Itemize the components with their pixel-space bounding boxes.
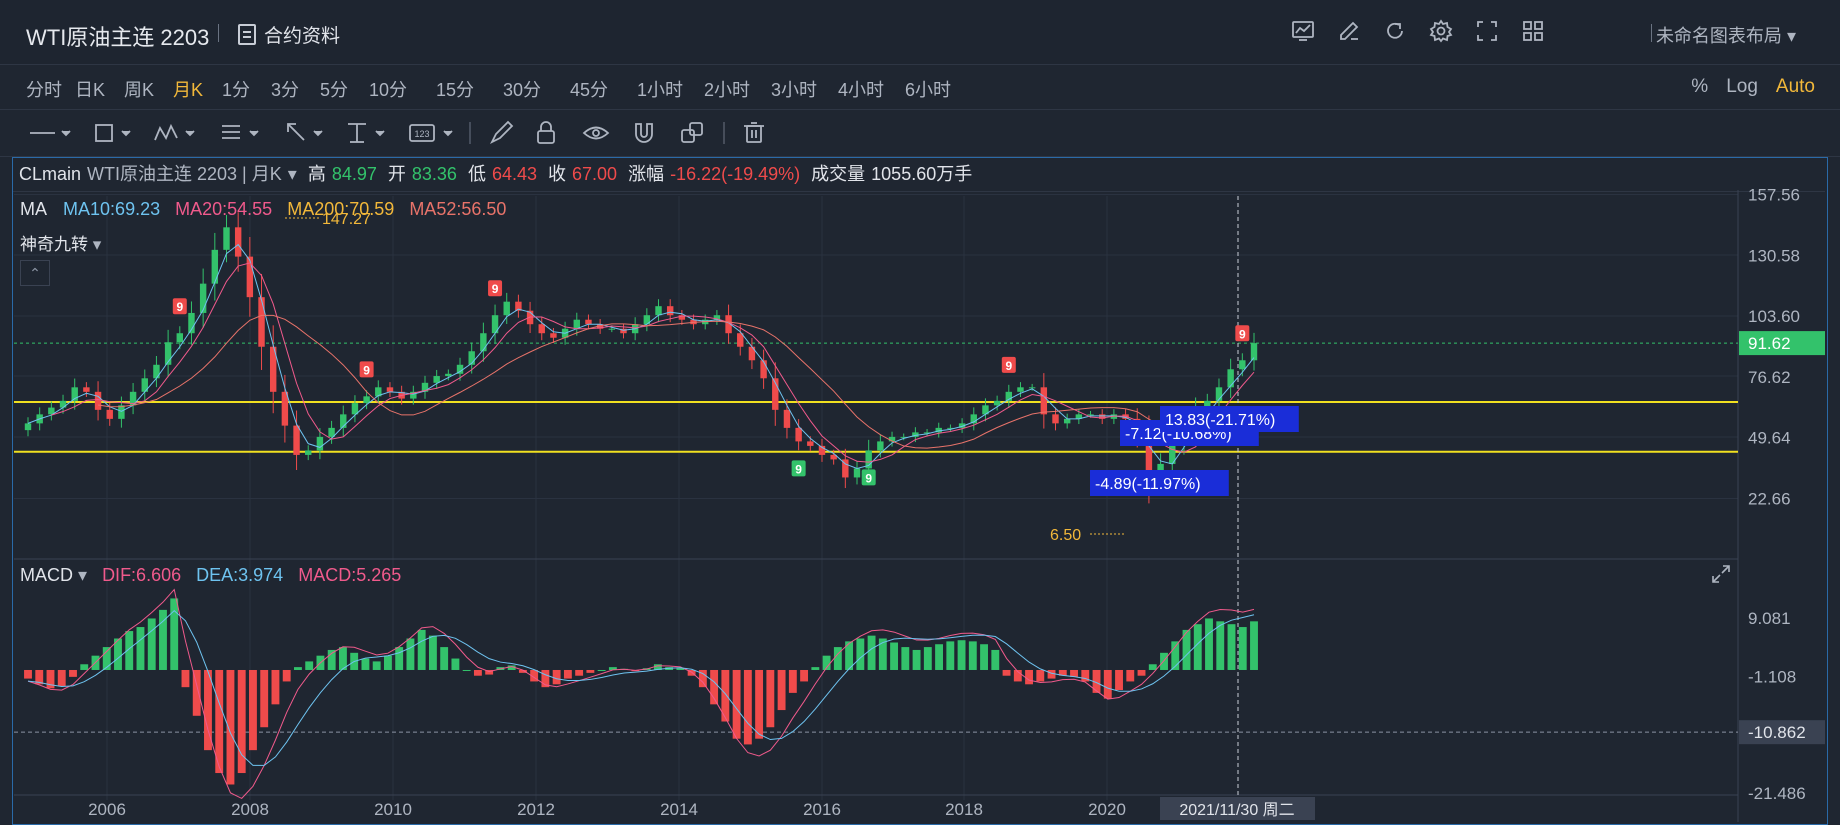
close-value: 67.00 — [572, 164, 618, 184]
document-icon — [238, 24, 256, 45]
symbol-name[interactable]: WTI原油主连 2203 | 月K — [87, 164, 282, 184]
period-9[interactable]: 30分 — [503, 76, 541, 102]
measure-tool-icon[interactable] — [348, 123, 385, 143]
expand-icon[interactable] — [1710, 563, 1732, 585]
indicator-legend[interactable]: 神奇九转 ▾ — [20, 230, 101, 255]
close-label: 收 — [548, 164, 566, 184]
ma-legend: MA MA10:69.23 MA20:54.55 MA200:70.59 MA5… — [20, 199, 506, 220]
ma52-value: MA52:56.50 — [409, 199, 507, 219]
period-2[interactable]: 周K — [124, 76, 154, 102]
macd-label[interactable]: MACD — [20, 565, 73, 585]
symbol-code: CLmain — [19, 164, 82, 184]
dea-value: DEA:3.974 — [196, 565, 284, 585]
top-toolbar-icons — [1291, 19, 1545, 43]
period-bar: % Log Auto 分时 日K 周K 月K 1分 3分 5分 10分 15分 30分 45分 1小时… — [0, 64, 1840, 110]
period-6[interactable]: 5分 — [320, 76, 348, 102]
change-value: -16.22(-19.49%) — [670, 164, 801, 184]
macd-value: MACD:5.265 — [298, 565, 402, 585]
grid-icon[interactable] — [1521, 19, 1545, 43]
trash-icon[interactable] — [744, 122, 764, 143]
high-label: 高 — [307, 164, 326, 184]
rect-tool-icon[interactable] — [95, 124, 131, 142]
period-12[interactable]: 2小时 — [704, 76, 750, 102]
low-label: 低 — [467, 164, 486, 184]
drawing-toolbar: 123 — [0, 110, 1840, 157]
clone-icon[interactable] — [681, 122, 703, 143]
contract-info-button[interactable]: 合约资料 — [238, 21, 340, 48]
settings-icon[interactable] — [1429, 19, 1453, 43]
chevron-up-icon: ⌃ — [29, 265, 41, 281]
period-13[interactable]: 3小时 — [771, 76, 817, 102]
high-value: 84.97 — [331, 164, 377, 184]
magnet-icon[interactable] — [635, 123, 653, 143]
volume-label: 成交量 — [811, 164, 866, 184]
ma-label[interactable]: MA — [20, 199, 46, 219]
auto-scale-toggle[interactable]: Auto — [1776, 76, 1815, 98]
change-label: 涨幅 — [628, 164, 665, 184]
chevron-down-icon: ▾ — [1786, 26, 1796, 46]
period-11[interactable]: 1小时 — [637, 76, 683, 102]
chevron-down-icon[interactable]: ▾ — [93, 235, 102, 254]
layout-label: 未命名图表布局 — [1655, 26, 1782, 46]
volume-value: 1055.60万手 — [871, 164, 973, 184]
period-10[interactable]: 45分 — [570, 76, 608, 102]
text-tool-icon[interactable]: 123 — [409, 124, 453, 142]
period-5[interactable]: 3分 — [271, 76, 299, 102]
drawing-tools-svg: 123 — [30, 120, 764, 145]
period-1[interactable]: 日K — [75, 76, 105, 102]
ma20-value: MA20:54.55 — [175, 199, 273, 219]
scale-options: % Log Auto — [1691, 76, 1815, 98]
top-bar: WTI原油主连 2203 合约资料 未命名图表布局 ▾ — [0, 0, 1840, 65]
dif-value: DIF:6.606 — [102, 565, 182, 585]
macd-legend: MACD ▾ DIF:6.606 DEA:3.974 MACD:5.265 — [20, 565, 401, 586]
chart-frame — [12, 157, 1828, 825]
period-8[interactable]: 15分 — [436, 76, 474, 102]
symbol-title[interactable]: WTI原油主连 2203 — [26, 20, 209, 52]
divider — [1651, 24, 1652, 42]
open-value: 83.36 — [411, 164, 457, 184]
arrow-tool-icon[interactable] — [287, 123, 323, 141]
contract-info-label: 合约资料 — [264, 26, 341, 47]
period-15[interactable]: 6小时 — [905, 76, 951, 102]
period-4[interactable]: 1分 — [222, 76, 250, 102]
fib-tool-icon[interactable] — [222, 125, 259, 139]
open-label: 开 — [387, 164, 406, 184]
ma10-value: MA10:69.23 — [63, 199, 161, 219]
svg-text:123: 123 — [414, 129, 429, 139]
brush-icon[interactable] — [489, 120, 514, 145]
period-0[interactable]: 分时 — [26, 76, 62, 102]
period-3[interactable]: 月K — [173, 76, 203, 102]
chevron-down-icon[interactable]: ▾ — [73, 565, 87, 585]
chevron-down-icon[interactable]: ▾ — [288, 164, 297, 184]
lock-icon[interactable] — [537, 121, 555, 144]
low-value: 64.43 — [491, 164, 537, 184]
ohlc-info-bar: CLmain WTI原油主连 2203 | 月K ▾ 高 84.97 开 83.36 低… — [13, 158, 1825, 192]
fullscreen-icon[interactable] — [1475, 19, 1499, 43]
line-tool-icon[interactable] — [30, 130, 71, 137]
nine-turn-label: 神奇九转 — [20, 235, 88, 254]
edit-icon[interactable] — [1337, 19, 1361, 43]
eye-icon[interactable] — [582, 126, 610, 140]
ma200-value: MA200:70.59 — [287, 199, 395, 219]
refresh-icon[interactable] — [1383, 19, 1407, 43]
period-14[interactable]: 4小时 — [838, 76, 884, 102]
chart-icon[interactable] — [1291, 19, 1315, 43]
percent-scale-toggle[interactable]: % — [1691, 76, 1708, 98]
divider — [218, 24, 219, 42]
period-7[interactable]: 10分 — [369, 76, 407, 102]
layout-selector[interactable]: 未命名图表布局 ▾ — [1656, 22, 1796, 48]
log-scale-toggle[interactable]: Log — [1726, 76, 1758, 98]
collapse-button[interactable]: ⌃ — [20, 260, 50, 286]
pattern-tool-icon[interactable] — [154, 123, 195, 141]
